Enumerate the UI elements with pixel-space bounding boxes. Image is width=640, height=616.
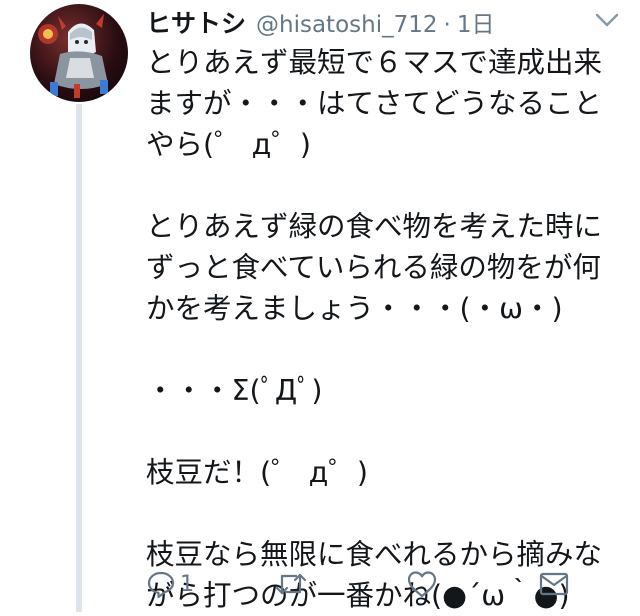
tweet-text-line: ずっと食べていられる緑の物をが何 — [146, 251, 601, 284]
chevron-down-icon — [595, 13, 619, 27]
display-name[interactable]: ヒサトシ — [146, 4, 246, 40]
tweet: ヒサトシ @hisatoshi_712 · 1日 とりあえず最短で６マスで達成出… — [0, 0, 640, 612]
retweet-button[interactable] — [274, 566, 312, 602]
avatar[interactable] — [30, 4, 128, 102]
reply-count: 1 — [180, 571, 194, 597]
tweet-text-line: とりあえず緑の食べ物を考えた時に — [146, 210, 603, 243]
tweet-actions: 1 — [146, 566, 616, 602]
envelope-icon — [539, 572, 569, 596]
tweet-text-line: とりあえず最短で６マスで達成出来 — [146, 46, 603, 79]
heart-icon — [407, 571, 437, 598]
tweet-text-line: かを考えましょう・・・(・ω・) — [146, 292, 563, 325]
timestamp[interactable]: 1日 — [457, 5, 495, 39]
tweet-text-line: ・・・Σ(ﾟДﾟ) — [146, 374, 323, 407]
tweet-text-line — [146, 493, 630, 534]
separator-dot: · — [443, 12, 451, 38]
tweet-text-line — [146, 411, 630, 452]
direct-message-button[interactable] — [538, 566, 570, 602]
tweet-text-line: 枝豆だ！(゜ д゜) — [146, 456, 369, 489]
thread-line — [76, 104, 82, 612]
tweet-text-line: やら(゜ д゜) — [146, 128, 312, 161]
retweet-icon — [275, 573, 307, 595]
reply-button[interactable]: 1 — [146, 566, 194, 602]
like-button[interactable] — [406, 566, 442, 602]
avatar-image — [38, 14, 108, 98]
tweet-text-line — [146, 329, 630, 370]
reply-icon — [147, 571, 175, 599]
more-options-button[interactable] — [594, 11, 620, 29]
tweet-header: ヒサトシ @hisatoshi_712 · 1日 — [146, 4, 494, 38]
tweet-text-line — [146, 165, 630, 206]
user-handle[interactable]: @hisatoshi_712 — [256, 12, 437, 38]
tweet-text: とりあえず最短で６マスで達成出来 ますが・・・はてさてどうなること やら(゜ д… — [146, 42, 630, 616]
tweet-text-line: ますが・・・はてさてどうなること — [146, 87, 603, 120]
